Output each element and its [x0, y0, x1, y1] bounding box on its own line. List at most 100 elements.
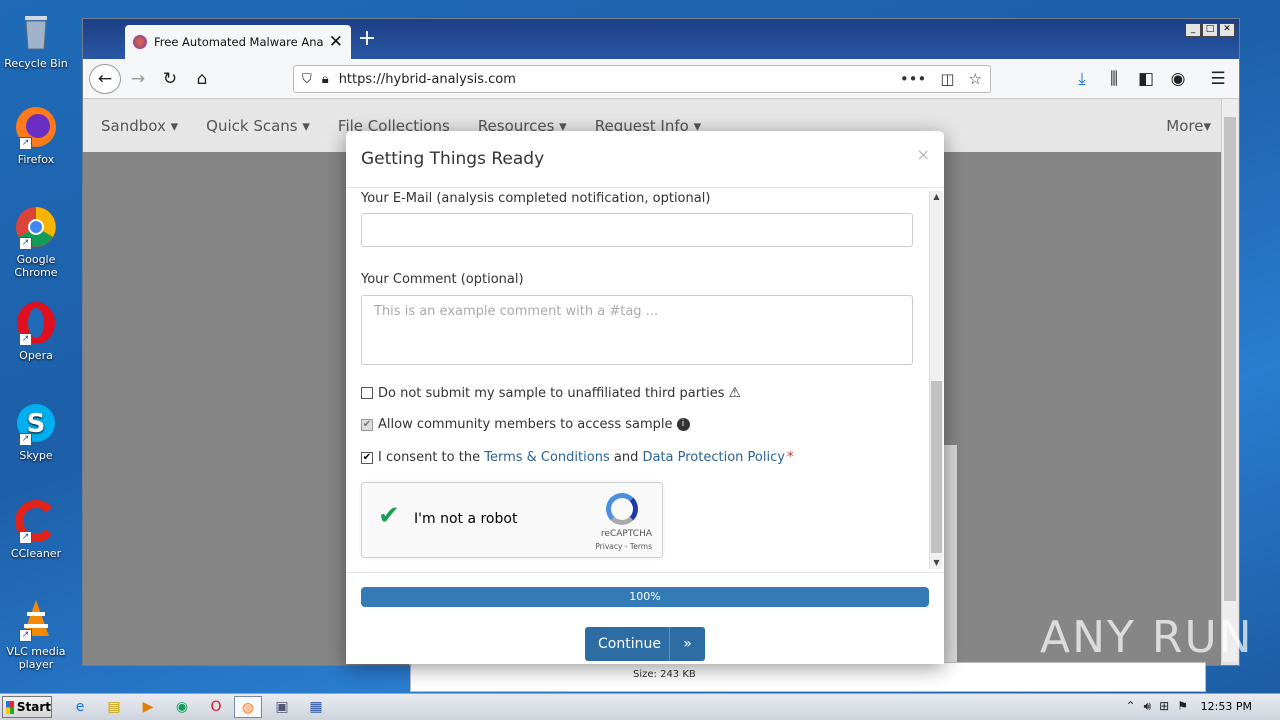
modal-scrollbar[interactable]: ▲ ▼	[929, 191, 943, 569]
nav-quick-scans[interactable]: Quick Scans ▾	[206, 117, 310, 135]
forward-button[interactable]: →	[125, 66, 151, 92]
desktop-icon-firefox[interactable]: ↗ Firefox	[4, 104, 68, 166]
windows-logo-icon	[6, 700, 14, 714]
library-icon[interactable]: ⫼	[1101, 66, 1127, 92]
pocket-icon[interactable]: ◫	[940, 70, 954, 88]
start-button[interactable]: Start	[2, 696, 52, 718]
tray-expand-icon[interactable]: ⌃	[1126, 699, 1136, 714]
downloads-icon[interactable]: ⤓	[1069, 66, 1095, 92]
firefox-icon: ↗	[13, 104, 59, 150]
menu-icon[interactable]: ☰	[1205, 66, 1231, 92]
desktop-icon-ccleaner[interactable]: ↗ CCleaner	[4, 498, 68, 560]
terms-link[interactable]: Terms & Conditions	[484, 450, 610, 465]
info-icon[interactable]: i	[676, 418, 690, 431]
browser-tab[interactable]: Free Automated Malware Analysis ✕	[125, 25, 351, 59]
modal-body: Your E-Mail (analysis completed notifica…	[346, 188, 944, 572]
recaptcha-logo-icon	[606, 493, 638, 525]
close-window-button[interactable]: ✕	[1219, 23, 1235, 37]
chrome-icon: ↗	[13, 204, 59, 250]
third-party-checkbox[interactable]	[361, 387, 373, 399]
skype-icon: S ↗	[13, 400, 59, 446]
minimize-button[interactable]: _	[1185, 23, 1201, 37]
lock-icon: 🔒︎	[321, 71, 329, 87]
desktop-icon-skype[interactable]: S ↗ Skype	[4, 400, 68, 462]
modal-scrollbar-thumb[interactable]	[931, 381, 942, 553]
reload-button[interactable]: ↻	[157, 66, 183, 92]
system-tray: ⌃ 🔊︎ ⊞ ⚑	[1126, 699, 1188, 714]
clock[interactable]: 12:53 PM	[1201, 700, 1252, 713]
recycle-bin-icon	[13, 8, 59, 54]
new-tab-button[interactable]: +	[355, 27, 379, 51]
account-icon[interactable]: ◉	[1165, 66, 1191, 92]
recaptcha-widget[interactable]: ✔ I'm not a robot reCAPTCHA Privacy - Te…	[361, 482, 663, 558]
community-checkbox[interactable]: ✔	[361, 418, 373, 431]
email-field[interactable]	[361, 213, 913, 247]
modal-header: Getting Things Ready ×	[346, 131, 944, 188]
shield-icon[interactable]: ⛉	[302, 72, 312, 87]
sidebar-icon[interactable]: ◧	[1133, 66, 1159, 92]
network-icon[interactable]: ⊞	[1159, 699, 1169, 714]
bookmark-star-icon[interactable]: ☆	[969, 70, 982, 88]
volume-icon[interactable]: 🔊︎	[1144, 699, 1152, 714]
home-button[interactable]: ⌂	[189, 66, 215, 92]
progress-bar: 100%	[361, 587, 929, 607]
file-size-text: Size: 243 KB	[633, 669, 696, 680]
third-party-option[interactable]: Do not submit my sample to unaffiliated …	[361, 385, 741, 401]
scroll-up-icon[interactable]: ▲	[931, 191, 942, 203]
double-chevron-right-icon: »	[669, 627, 705, 661]
scroll-down-icon[interactable]: ▼	[931, 557, 942, 569]
getting-ready-modal: Getting Things Ready × Your E-Mail (anal…	[346, 131, 944, 664]
taskbar-chrome-icon[interactable]: ◉	[168, 696, 196, 718]
continue-button[interactable]: Continue »	[585, 627, 705, 661]
vlc-icon: ↗	[13, 596, 59, 642]
desktop-icon-chrome[interactable]: ↗ Google Chrome	[4, 204, 68, 279]
taskbar-opera-icon[interactable]: O	[202, 696, 230, 718]
tab-close-icon[interactable]: ✕	[329, 32, 343, 52]
required-mark: *	[786, 450, 794, 465]
back-button[interactable]: ←	[89, 64, 121, 94]
desktop-icon-opera[interactable]: ↗ Opera	[4, 300, 68, 362]
comment-field[interactable]: This is an example comment with a #tag .…	[361, 295, 913, 365]
nav-sandbox[interactable]: Sandbox ▾	[101, 117, 178, 135]
email-label: Your E-Mail (analysis completed notifica…	[361, 191, 711, 206]
page-scrollbar[interactable]	[1221, 99, 1238, 662]
taskbar-media-icon[interactable]: ▶	[134, 696, 162, 718]
title-bar: Free Automated Malware Analysis ✕ + _ □ …	[83, 19, 1239, 59]
taskbar-ie-icon[interactable]: e	[66, 696, 94, 718]
taskbar-window-icon[interactable]: ▣	[268, 696, 296, 718]
consent-option[interactable]: ✔ I consent to the Terms & Conditions an…	[361, 450, 793, 465]
flag-icon[interactable]: ⚑	[1177, 699, 1188, 714]
consent-checkbox[interactable]: ✔	[361, 451, 373, 464]
url-bar[interactable]: ⛉ 🔒︎ https://hybrid-analysis.com ••• ◫ ☆	[293, 65, 991, 93]
modal-title: Getting Things Ready	[361, 149, 545, 169]
page-actions-icon[interactable]: •••	[900, 70, 927, 88]
comment-label: Your Comment (optional)	[361, 272, 524, 287]
tab-favicon-icon	[133, 35, 147, 49]
captcha-label: I'm not a robot	[414, 511, 518, 527]
taskbar-firefox-icon[interactable]: ◍	[234, 696, 262, 718]
desktop-icon-recycle-bin[interactable]: Recycle Bin	[4, 8, 68, 70]
captcha-brand: reCAPTCHA	[600, 529, 652, 539]
privacy-link[interactable]: Data Protection Policy	[642, 450, 784, 465]
taskbar: Start e ▤ ▶ ◉ O ◍ ▣ ▦ ⌃ 🔊︎ ⊞ ⚑ 12:53 PM	[0, 693, 1280, 720]
window-controls: _ □ ✕	[1185, 23, 1235, 37]
ccleaner-icon: ↗	[13, 498, 59, 544]
warning-icon: ⚠	[728, 385, 742, 401]
community-option[interactable]: ✔ Allow community members to access samp…	[361, 417, 690, 432]
page-scrollbar-thumb[interactable]	[1224, 117, 1236, 601]
captcha-links[interactable]: Privacy - Terms	[595, 542, 652, 551]
background-file-bar: Size: 243 KB	[410, 662, 1206, 692]
navigation-toolbar: ← → ↻ ⌂ ⛉ 🔒︎ https://hybrid-analysis.com…	[83, 59, 1239, 99]
opera-icon: ↗	[13, 300, 59, 346]
url-text[interactable]: https://hybrid-analysis.com	[339, 72, 516, 87]
anyrun-watermark: ANY RUN	[1040, 612, 1254, 663]
tab-title: Free Automated Malware Analysis	[154, 35, 323, 49]
modal-close-button[interactable]: ×	[917, 145, 930, 164]
nav-more[interactable]: More▾	[1166, 117, 1211, 135]
taskbar-explorer-icon[interactable]: ▤	[100, 696, 128, 718]
taskbar-app-icon[interactable]: ▦	[302, 696, 330, 718]
desktop-icon-vlc[interactable]: ↗ VLC media player	[4, 596, 68, 671]
maximize-button[interactable]: □	[1202, 23, 1218, 37]
modal-divider	[346, 572, 944, 573]
checkmark-icon: ✔	[378, 501, 400, 531]
